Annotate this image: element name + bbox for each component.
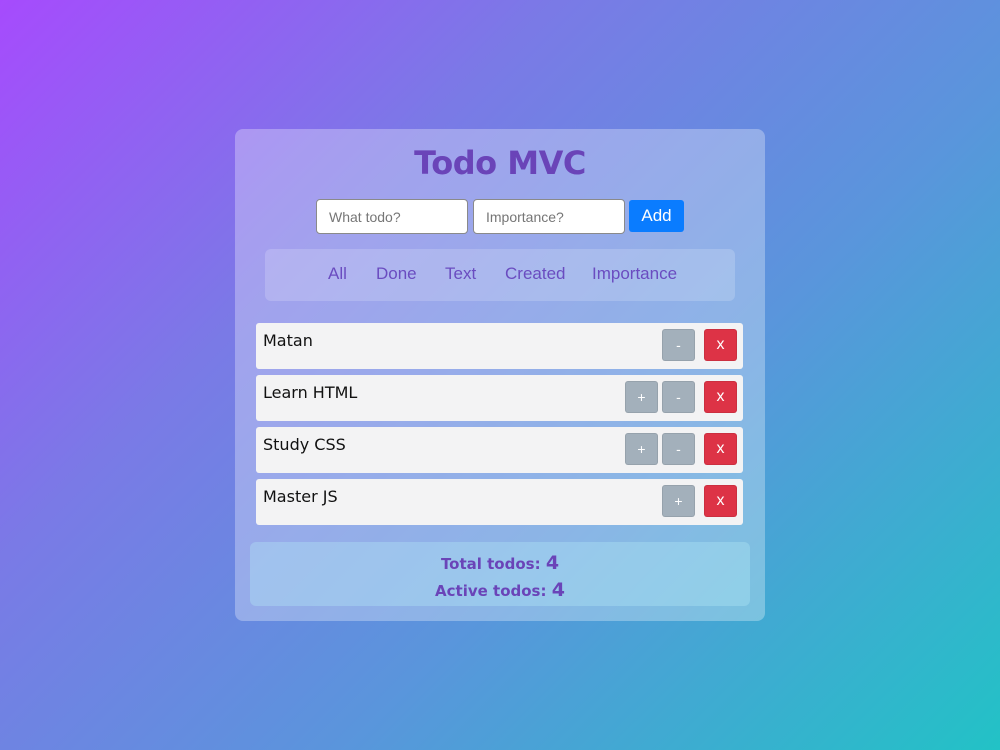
decrease-importance-button[interactable]: - <box>662 381 695 413</box>
delete-todo-button[interactable]: x <box>704 381 737 413</box>
todo-item: Study CSS + - x <box>256 427 743 473</box>
todo-item: Learn HTML + - x <box>256 375 743 421</box>
delete-todo-button[interactable]: x <box>704 485 737 517</box>
filter-created[interactable]: Created <box>505 264 565 284</box>
active-todos-count: 4 <box>551 579 565 601</box>
todo-text-input[interactable] <box>316 199 468 234</box>
filter-done[interactable]: Done <box>376 264 417 284</box>
total-todos-label: Total todos: <box>440 555 541 573</box>
decrease-importance-button[interactable]: - <box>662 433 695 465</box>
todo-text: Matan <box>263 331 313 350</box>
todo-item: Matan - x <box>256 323 743 369</box>
todo-text: Study CSS <box>263 435 346 454</box>
increase-importance-button[interactable]: + <box>662 485 695 517</box>
todo-item: Master JS + x <box>256 479 743 525</box>
importance-input[interactable] <box>473 199 625 234</box>
increase-importance-button[interactable]: + <box>625 381 658 413</box>
filter-importance[interactable]: Importance <box>592 264 677 284</box>
delete-todo-button[interactable]: x <box>704 329 737 361</box>
add-button[interactable]: Add <box>629 200 684 232</box>
delete-todo-button[interactable]: x <box>704 433 737 465</box>
todo-text: Learn HTML <box>263 383 358 402</box>
total-todos-stat: Total todos: 4 <box>0 552 1000 574</box>
app-title: Todo MVC <box>414 144 586 182</box>
total-todos-count: 4 <box>545 552 560 574</box>
filter-all[interactable]: All <box>328 264 347 284</box>
active-todos-stat: Active todos: 4 <box>0 579 1000 601</box>
filter-text[interactable]: Text <box>445 264 476 284</box>
increase-importance-button[interactable]: + <box>625 433 658 465</box>
todo-text: Master JS <box>263 487 338 506</box>
active-todos-label: Active todos: <box>435 582 547 600</box>
decrease-importance-button[interactable]: - <box>662 329 695 361</box>
